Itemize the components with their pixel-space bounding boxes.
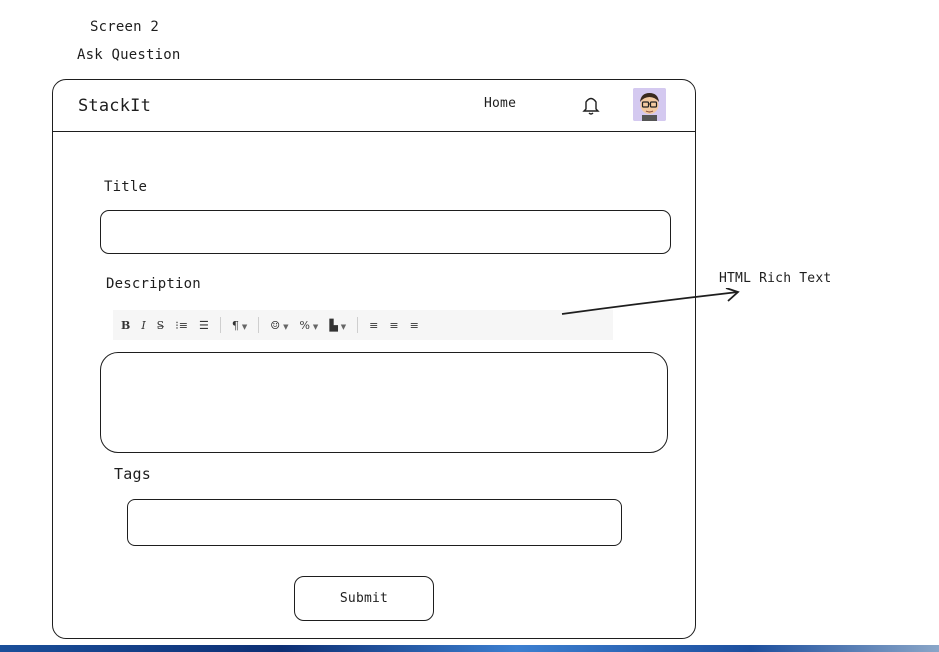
avatar[interactable] (633, 88, 666, 121)
title-input[interactable] (100, 210, 671, 254)
align-left-button[interactable]: ≡ (369, 319, 378, 332)
submit-button[interactable]: Submit (294, 576, 434, 621)
link-icon: % (299, 318, 310, 332)
chevron-down-icon: ▼ (241, 322, 248, 331)
tags-label: Tags (114, 465, 151, 483)
brand-logo[interactable]: StackIt (78, 96, 151, 116)
top-nav: StackIt Home (53, 80, 695, 132)
toolbar-divider (219, 317, 221, 333)
app-window: StackIt Home Title Description B I S̶ ⁝≡ (52, 79, 696, 639)
title-label: Title (104, 179, 148, 195)
rich-text-annotation: HTML Rich Text (719, 271, 832, 286)
link-dropdown[interactable]: % ▼ (299, 319, 318, 332)
ordered-list-button[interactable]: ⁝≡ (175, 319, 188, 332)
paragraph-dropdown[interactable]: ¶ ▼ (232, 319, 247, 332)
toolbar-divider (357, 317, 359, 333)
screen-label: Screen 2 (90, 19, 160, 35)
align-center-button[interactable]: ≡ (389, 319, 398, 332)
chevron-down-icon: ▼ (312, 322, 319, 331)
description-editor[interactable] (100, 352, 668, 453)
desktop-taskbar-edge (0, 645, 939, 652)
file-icon: ▙ (329, 318, 338, 332)
emoji-icon: ☺ (270, 318, 281, 332)
avatar-icon (633, 88, 666, 121)
bullet-list-button[interactable]: ☰ (199, 319, 209, 332)
align-right-button[interactable]: ≡ (410, 319, 419, 332)
chevron-down-icon: ▼ (283, 322, 289, 331)
italic-button[interactable]: I (141, 319, 145, 332)
strikethrough-button[interactable]: S̶ (157, 319, 165, 332)
annotation-arrow-icon (561, 288, 740, 315)
description-label: Description (106, 276, 201, 292)
toolbar-divider (258, 317, 260, 333)
file-dropdown[interactable]: ▙ ▼ (329, 319, 346, 332)
emoji-dropdown[interactable]: ☺ ▼ (270, 319, 288, 332)
nav-home-link[interactable]: Home (484, 96, 516, 111)
bold-button[interactable]: B (121, 319, 130, 332)
screen-title: Ask Question (77, 47, 181, 63)
chevron-down-icon: ▼ (340, 322, 347, 331)
rich-text-toolbar: B I S̶ ⁝≡ ☰ ¶ ▼ ☺ ▼ % ▼ ▙ ▼ ≡ ≡ ≡ (113, 310, 613, 340)
paragraph-icon: ¶ (231, 318, 239, 332)
bell-icon[interactable] (581, 94, 601, 116)
tags-input[interactable] (127, 499, 622, 546)
